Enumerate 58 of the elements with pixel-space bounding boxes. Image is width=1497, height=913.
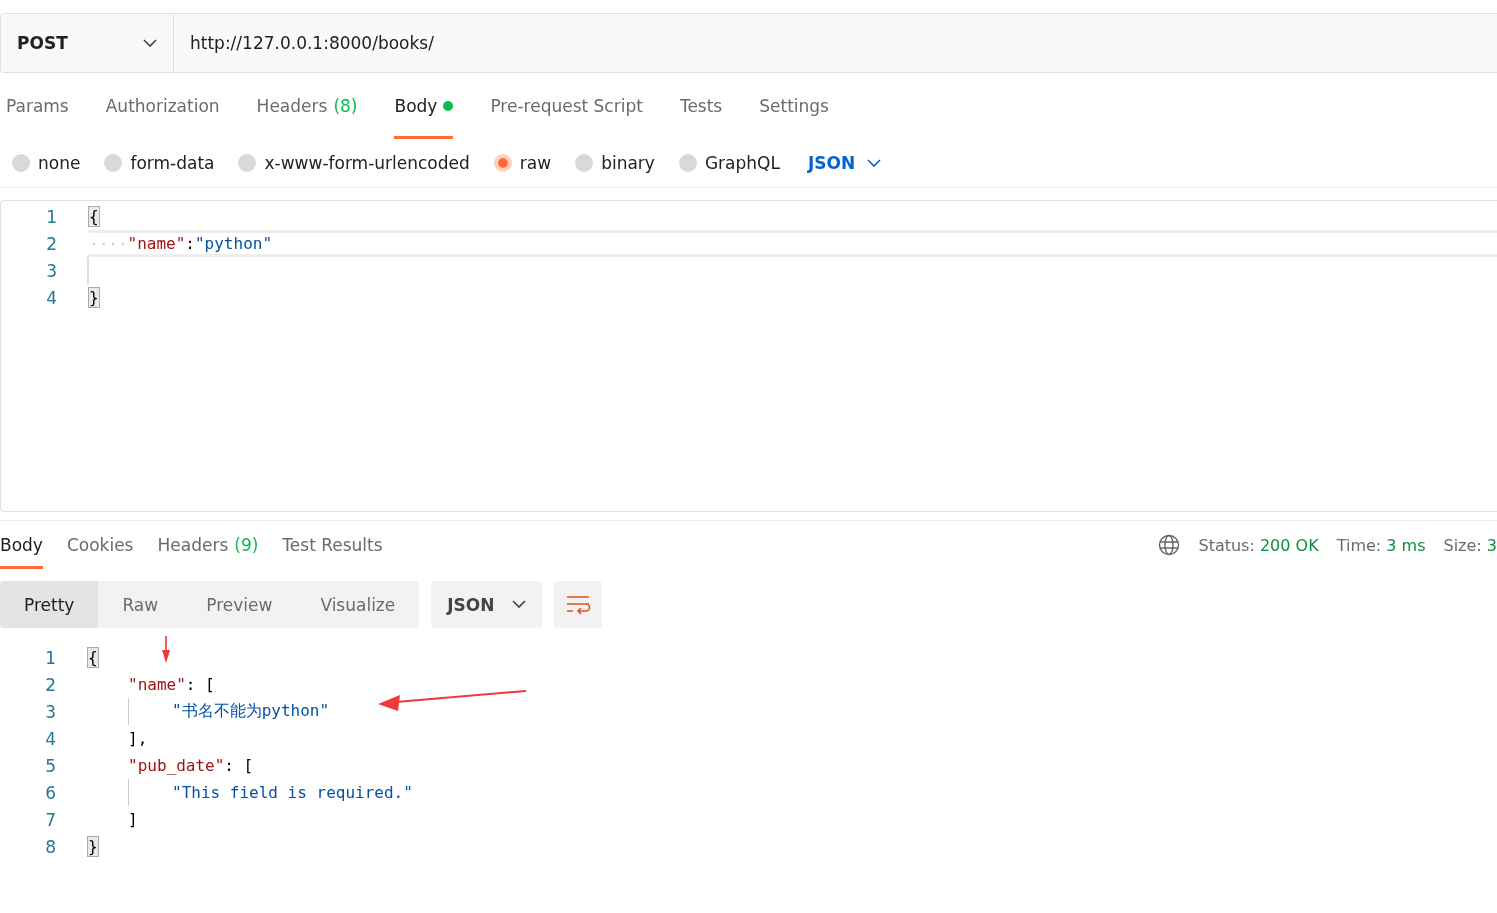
line-number: 4: [44, 728, 57, 749]
line-number: 4: [45, 287, 58, 308]
wrap-lines-icon: [565, 593, 592, 616]
radio-button[interactable]: [493, 154, 512, 172]
radio-button[interactable]: [678, 154, 697, 172]
radio-label: GraphQL: [704, 153, 780, 173]
view-mode-tab[interactable]: Preview: [182, 581, 297, 628]
code-line: "书名不能为python": [86, 698, 1497, 725]
view-mode-tab[interactable]: Pretty: [0, 581, 99, 628]
radio-button[interactable]: [575, 154, 594, 172]
line-number: 3: [44, 701, 57, 722]
view-mode-tab[interactable]: Visualize: [296, 581, 420, 628]
code-line: ],: [127, 728, 149, 750]
request-tab[interactable]: Authorization: [105, 73, 220, 139]
status-text: Size: 3: [1443, 535, 1497, 555]
response-tab[interactable]: Body: [0, 521, 43, 569]
radio-label: form-data: [130, 153, 215, 173]
request-tab[interactable]: Body: [394, 73, 454, 139]
globe-icon[interactable]: [1158, 534, 1181, 556]
request-tab[interactable]: Tests: [679, 73, 723, 139]
request-tab[interactable]: Settings: [759, 73, 829, 139]
line-number: 2: [45, 233, 58, 254]
annotation-arrow: [161, 636, 171, 664]
request-tab[interactable]: Headers (8): [256, 73, 358, 139]
status-text: Time: 3 ms: [1336, 535, 1426, 555]
code-line: ]: [127, 809, 139, 831]
response-tab[interactable]: Test Results: [282, 521, 383, 569]
line-number: 7: [44, 809, 57, 830]
request-tab[interactable]: Params: [6, 73, 69, 139]
format-dropdown[interactable]: JSON: [803, 153, 882, 173]
radio-label: x-www-form-urlencoded: [264, 153, 470, 173]
response-tab[interactable]: Headers (9): [157, 521, 259, 569]
view-mode-tab[interactable]: Raw: [98, 581, 183, 628]
radio-label: binary: [601, 153, 655, 173]
line-number: 8: [44, 836, 57, 857]
line-number: 3: [45, 260, 58, 281]
line-number: 5: [44, 755, 57, 776]
code-line: "name": [: [127, 674, 216, 696]
line-number: 1: [44, 647, 57, 668]
status-text: Status: 200 OK: [1198, 535, 1319, 555]
line-number: 2: [44, 674, 57, 695]
request-tab[interactable]: Pre-request Script: [490, 73, 643, 139]
code-line: "This field is required.": [86, 779, 1497, 806]
wrap-lines-button[interactable]: [554, 581, 603, 628]
line-number: 6: [44, 782, 57, 803]
radio-label: none: [38, 153, 81, 173]
line-number: 1: [45, 206, 58, 227]
chevron-down-icon: [512, 600, 527, 609]
code-line: "pub_date": [: [127, 755, 255, 777]
radio-button[interactable]: [12, 154, 30, 172]
chevron-down-icon: [867, 158, 882, 168]
code-line: ····"name":"python": [87, 230, 1497, 257]
radio-label: raw: [519, 153, 552, 173]
response-tab[interactable]: Cookies: [66, 521, 134, 569]
radio-button[interactable]: [104, 154, 123, 172]
code-editor[interactable]: 1 { 2 ····"name":"python" 3 4 }: [0, 200, 1497, 512]
radio-button[interactable]: [238, 154, 257, 172]
format-dropdown[interactable]: JSON: [431, 581, 543, 628]
